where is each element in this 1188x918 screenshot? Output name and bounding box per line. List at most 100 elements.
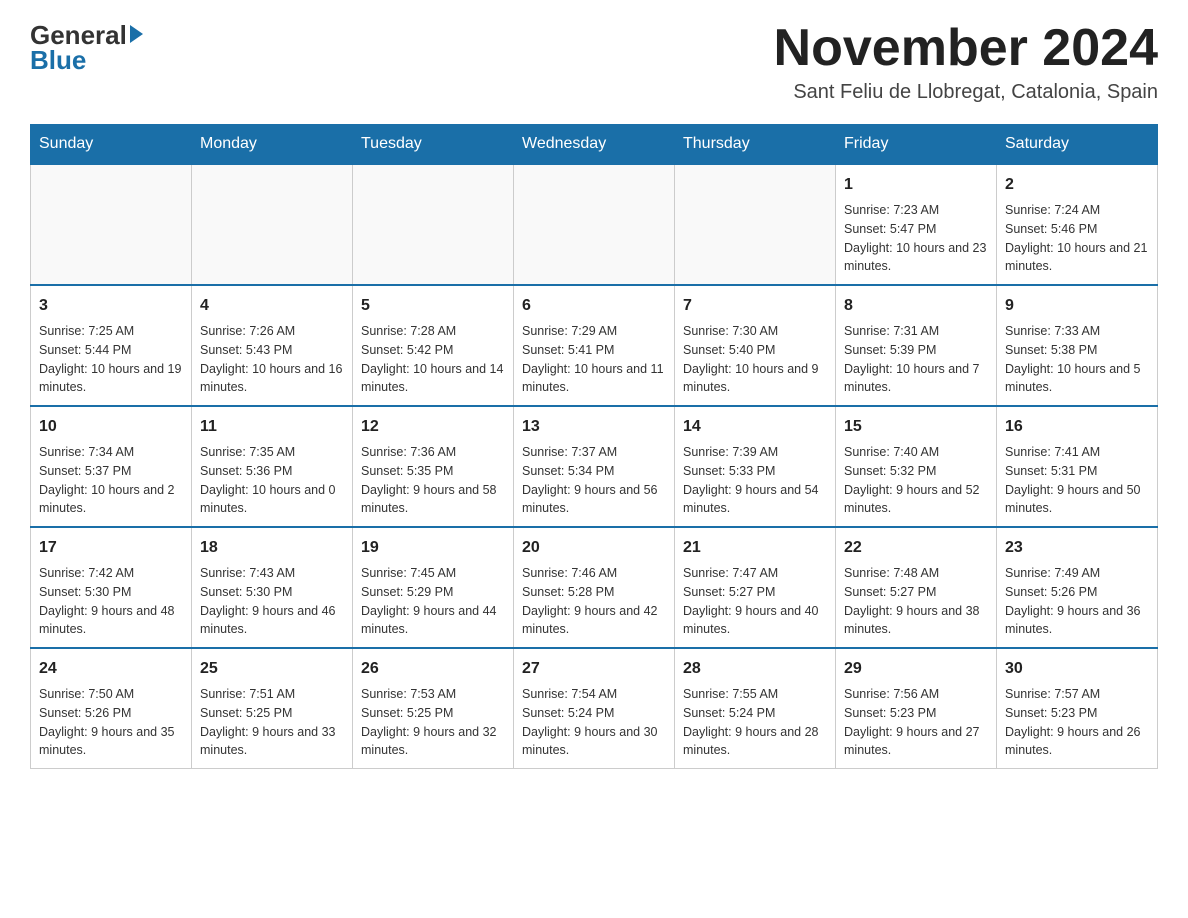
day-info: Sunrise: 7:26 AMSunset: 5:43 PMDaylight:… [200,322,344,397]
day-info: Sunrise: 7:46 AMSunset: 5:28 PMDaylight:… [522,564,666,639]
day-number: 22 [844,536,988,560]
table-row: 17 Sunrise: 7:42 AMSunset: 5:30 PMDayligh… [31,527,192,648]
day-number: 10 [39,415,183,439]
day-number: 9 [1005,294,1149,318]
calendar-week-row: 1 Sunrise: 7:23 AMSunset: 5:47 PMDaylight… [31,164,1158,285]
day-number: 4 [200,294,344,318]
day-info: Sunrise: 7:49 AMSunset: 5:26 PMDaylight:… [1005,564,1149,639]
calendar-week-row: 17 Sunrise: 7:42 AMSunset: 5:30 PMDayligh… [31,527,1158,648]
table-row: 24 Sunrise: 7:50 AMSunset: 5:26 PMDayligh… [31,648,192,769]
calendar-week-row: 10 Sunrise: 7:34 AMSunset: 5:37 PMDayligh… [31,406,1158,527]
day-info: Sunrise: 7:24 AMSunset: 5:46 PMDaylight:… [1005,201,1149,276]
logo: General Blue [30,20,143,76]
table-row: 19Sunrise: 7:45 AMSunset: 5:29 PMDayligh… [353,527,514,648]
day-number: 14 [683,415,827,439]
day-info: Sunrise: 7:34 AMSunset: 5:37 PMDaylight:… [39,443,183,518]
day-info: Sunrise: 7:42 AMSunset: 5:30 PMDaylight:… [39,564,183,639]
day-info: Sunrise: 7:45 AMSunset: 5:29 PMDaylight:… [361,564,505,639]
day-info: Sunrise: 7:23 AMSunset: 5:47 PMDaylight:… [844,201,988,276]
table-row: 13 Sunrise: 7:37 AMSunset: 5:34 PMDayligh… [514,406,675,527]
day-info: Sunrise: 7:37 AMSunset: 5:34 PMDaylight:… [522,443,666,518]
col-wednesday: Wednesday [514,125,675,165]
day-info: Sunrise: 7:25 AMSunset: 5:44 PMDaylight:… [39,322,183,397]
day-number: 28 [683,657,827,681]
table-row: 2 Sunrise: 7:24 AMSunset: 5:46 PMDaylight… [997,164,1158,285]
day-info: Sunrise: 7:28 AMSunset: 5:42 PMDaylight:… [361,322,505,397]
calendar-table: Sunday Monday Tuesday Wednesday Thursday… [30,124,1158,769]
day-number: 1 [844,173,988,197]
table-row: 3 Sunrise: 7:25 AMSunset: 5:44 PMDaylight… [31,285,192,406]
table-row: 20 Sunrise: 7:46 AMSunset: 5:28 PMDayligh… [514,527,675,648]
table-row: 25 Sunrise: 7:51 AMSunset: 5:25 PMDayligh… [192,648,353,769]
day-number: 24 [39,657,183,681]
table-row: 10 Sunrise: 7:34 AMSunset: 5:37 PMDayligh… [31,406,192,527]
day-info: Sunrise: 7:50 AMSunset: 5:26 PMDaylight:… [39,685,183,760]
table-row: 9 Sunrise: 7:33 AMSunset: 5:38 PMDaylight… [997,285,1158,406]
day-number: 13 [522,415,666,439]
day-info: Sunrise: 7:30 AMSunset: 5:40 PMDaylight:… [683,322,827,397]
day-info: Sunrise: 7:40 AMSunset: 5:32 PMDaylight:… [844,443,988,518]
col-thursday: Thursday [675,125,836,165]
table-row: 18 Sunrise: 7:43 AMSunset: 5:30 PMDayligh… [192,527,353,648]
page-header: General Blue November 2024 Sant Feliu de… [30,20,1158,104]
day-info: Sunrise: 7:31 AMSunset: 5:39 PMDaylight:… [844,322,988,397]
table-row: 28 Sunrise: 7:55 AMSunset: 5:24 PMDayligh… [675,648,836,769]
day-number: 18 [200,536,344,560]
table-row: 21 Sunrise: 7:47 AMSunset: 5:27 PMDayligh… [675,527,836,648]
day-info: Sunrise: 7:55 AMSunset: 5:24 PMDaylight:… [683,685,827,760]
day-number: 3 [39,294,183,318]
table-row: 23 Sunrise: 7:49 AMSunset: 5:26 PMDayligh… [997,527,1158,648]
day-info: Sunrise: 7:51 AMSunset: 5:25 PMDaylight:… [200,685,344,760]
day-number: 20 [522,536,666,560]
table-row: 7 Sunrise: 7:30 AMSunset: 5:40 PMDaylight… [675,285,836,406]
day-number: 27 [522,657,666,681]
day-number: 17 [39,536,183,560]
day-info: Sunrise: 7:43 AMSunset: 5:30 PMDaylight:… [200,564,344,639]
day-number: 8 [844,294,988,318]
logo-blue: Blue [30,45,86,76]
day-info: Sunrise: 7:41 AMSunset: 5:31 PMDaylight:… [1005,443,1149,518]
day-number: 29 [844,657,988,681]
day-number: 12 [361,415,505,439]
day-number: 26 [361,657,505,681]
col-saturday: Saturday [997,125,1158,165]
day-info: Sunrise: 7:48 AMSunset: 5:27 PMDaylight:… [844,564,988,639]
col-tuesday: Tuesday [353,125,514,165]
month-title: November 2024 [774,20,1158,77]
day-number: 5 [361,294,505,318]
day-number: 16 [1005,415,1149,439]
day-number: 2 [1005,173,1149,197]
day-number: 23 [1005,536,1149,560]
day-info: Sunrise: 7:47 AMSunset: 5:27 PMDaylight:… [683,564,827,639]
logo-arrow-icon [130,25,143,43]
table-row: 12 Sunrise: 7:36 AMSunset: 5:35 PMDayligh… [353,406,514,527]
table-row [675,164,836,285]
day-number: 30 [1005,657,1149,681]
table-row: 22 Sunrise: 7:48 AMSunset: 5:27 PMDayligh… [836,527,997,648]
table-row: 6Sunrise: 7:29 AMSunset: 5:41 PMDaylight… [514,285,675,406]
day-info: Sunrise: 7:54 AMSunset: 5:24 PMDaylight:… [522,685,666,760]
table-row: 30 Sunrise: 7:57 AMSunset: 5:23 PMDayligh… [997,648,1158,769]
table-row: 11Sunrise: 7:35 AMSunset: 5:36 PMDayligh… [192,406,353,527]
calendar-header-row: Sunday Monday Tuesday Wednesday Thursday… [31,125,1158,165]
day-info: Sunrise: 7:57 AMSunset: 5:23 PMDaylight:… [1005,685,1149,760]
table-row: 5 Sunrise: 7:28 AMSunset: 5:42 PMDaylight… [353,285,514,406]
calendar-week-row: 3 Sunrise: 7:25 AMSunset: 5:44 PMDaylight… [31,285,1158,406]
title-block: November 2024 Sant Feliu de Llobregat, C… [774,20,1158,104]
day-info: Sunrise: 7:35 AMSunset: 5:36 PMDaylight:… [200,443,344,518]
day-info: Sunrise: 7:36 AMSunset: 5:35 PMDaylight:… [361,443,505,518]
day-number: 21 [683,536,827,560]
col-sunday: Sunday [31,125,192,165]
table-row [514,164,675,285]
table-row: 27 Sunrise: 7:54 AMSunset: 5:24 PMDayligh… [514,648,675,769]
table-row: 8 Sunrise: 7:31 AMSunset: 5:39 PMDaylight… [836,285,997,406]
col-monday: Monday [192,125,353,165]
table-row [192,164,353,285]
table-row: 14Sunrise: 7:39 AMSunset: 5:33 PMDayligh… [675,406,836,527]
location-subtitle: Sant Feliu de Llobregat, Catalonia, Spai… [774,81,1158,104]
day-info: Sunrise: 7:33 AMSunset: 5:38 PMDaylight:… [1005,322,1149,397]
day-number: 6 [522,294,666,318]
day-info: Sunrise: 7:53 AMSunset: 5:25 PMDaylight:… [361,685,505,760]
day-number: 7 [683,294,827,318]
day-number: 25 [200,657,344,681]
